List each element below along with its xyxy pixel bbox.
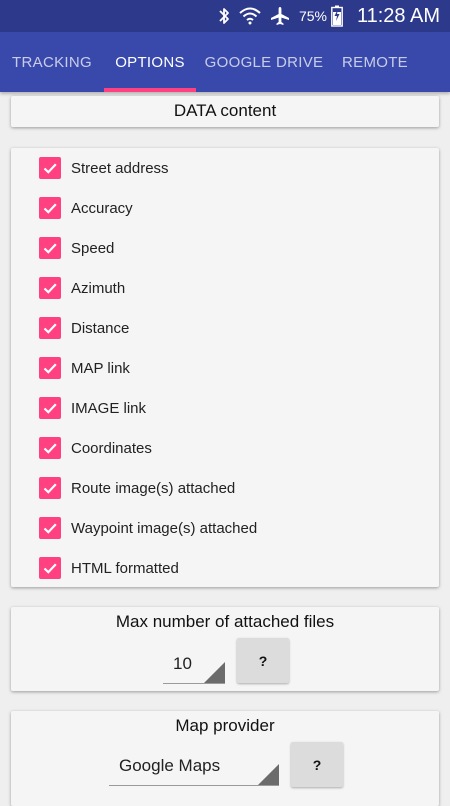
spinner-dropdown-icon [257,764,279,786]
checkbox-label: Distance [71,319,130,337]
max-files-spinner[interactable]: 10 [163,652,225,684]
checkbox-row[interactable]: HTML formatted [39,548,179,588]
spinner-underline [163,683,225,684]
tab-bar: TRACKING OPTIONS GOOGLE DRIVE REMOTE [0,32,450,92]
map-provider-card: Map provider Google Maps ? [11,711,439,806]
checkbox-label: Street address [71,159,169,177]
max-files-card: Max number of attached files 10 ? [11,607,439,691]
status-clock: 11:28 AM [356,4,440,27]
checkbox-label: Accuracy [71,199,133,217]
map-provider-title: Map provider [175,716,275,735]
checkbox-label: Waypoint image(s) attached [71,519,258,537]
checkbox-row[interactable]: Waypoint image(s) attached [39,508,257,548]
max-files-help-button[interactable]: ? [237,638,289,683]
checkmark-icon [43,243,57,254]
data-content-options-card: Street address Accuracy Speed Azimuth Distan… [11,148,439,587]
checkmark-icon [43,403,57,414]
status-icons: 75% 11:28 AM [217,0,440,32]
checkbox[interactable] [39,277,61,299]
checkbox-row[interactable]: Route image(s) attached [39,468,235,508]
checkbox-label: IMAGE link [71,399,147,417]
map-provider-help-button[interactable]: ? [291,742,343,787]
checkbox[interactable] [39,437,61,459]
tab-google-drive[interactable]: GOOGLE DRIVE [196,32,332,92]
checkbox[interactable] [39,357,61,379]
checkbox-label: Speed [71,239,115,257]
checkbox-row[interactable]: Azimuth [39,268,125,308]
checkbox-label: Route image(s) attached [71,479,236,497]
checkbox-label: HTML formatted [71,559,179,577]
checkmark-icon [43,363,57,374]
active-tab-indicator [104,88,196,92]
battery-percent: 75% [298,8,327,24]
checkbox-label: MAP link [71,359,130,377]
tab-tracking[interactable]: TRACKING [0,32,104,92]
wifi-icon [239,7,261,25]
spinner-dropdown-icon [203,662,225,684]
bluetooth-icon [217,6,231,26]
checkbox-row[interactable]: Accuracy [39,188,133,228]
checkbox[interactable] [39,517,61,539]
checkmark-icon [43,283,57,294]
checkbox[interactable] [39,557,61,579]
checkbox-label: Coordinates [71,439,152,457]
checkmark-icon [43,523,57,534]
spinner-underline [109,785,279,786]
checkbox-label: Azimuth [71,279,126,297]
tab-remote[interactable]: REMOTE [332,32,418,92]
data-content-header-card: DATA content [11,96,439,127]
tab-options[interactable]: OPTIONS [104,32,196,92]
checkbox[interactable] [39,197,61,219]
battery-charging-icon [331,5,343,27]
checkbox-row[interactable]: Speed [39,228,114,268]
data-content-title: DATA content [173,101,277,120]
airplane-mode-icon [269,6,291,26]
checkmark-icon [43,163,57,174]
checkbox-row[interactable]: Coordinates [39,428,152,468]
checkmark-icon [43,323,57,334]
checkmark-icon [43,443,57,454]
checkbox[interactable] [39,237,61,259]
max-files-value: 10 [173,654,192,673]
checkbox-row[interactable]: Street address [39,148,169,188]
checkbox-row[interactable]: IMAGE link [39,388,146,428]
checkmark-icon [43,203,57,214]
checkmark-icon [43,483,57,494]
checkbox[interactable] [39,157,61,179]
checkmark-icon [43,563,57,574]
checkbox-row[interactable]: Distance [39,308,129,348]
map-provider-value: Google Maps [119,756,221,775]
status-bar: 75% 11:28 AM [0,0,450,32]
checkbox[interactable] [39,397,61,419]
checkbox[interactable] [39,477,61,499]
max-files-title: Max number of attached files [115,612,335,631]
checkbox[interactable] [39,317,61,339]
map-provider-spinner[interactable]: Google Maps [109,754,279,786]
checkbox-row[interactable]: MAP link [39,348,130,388]
